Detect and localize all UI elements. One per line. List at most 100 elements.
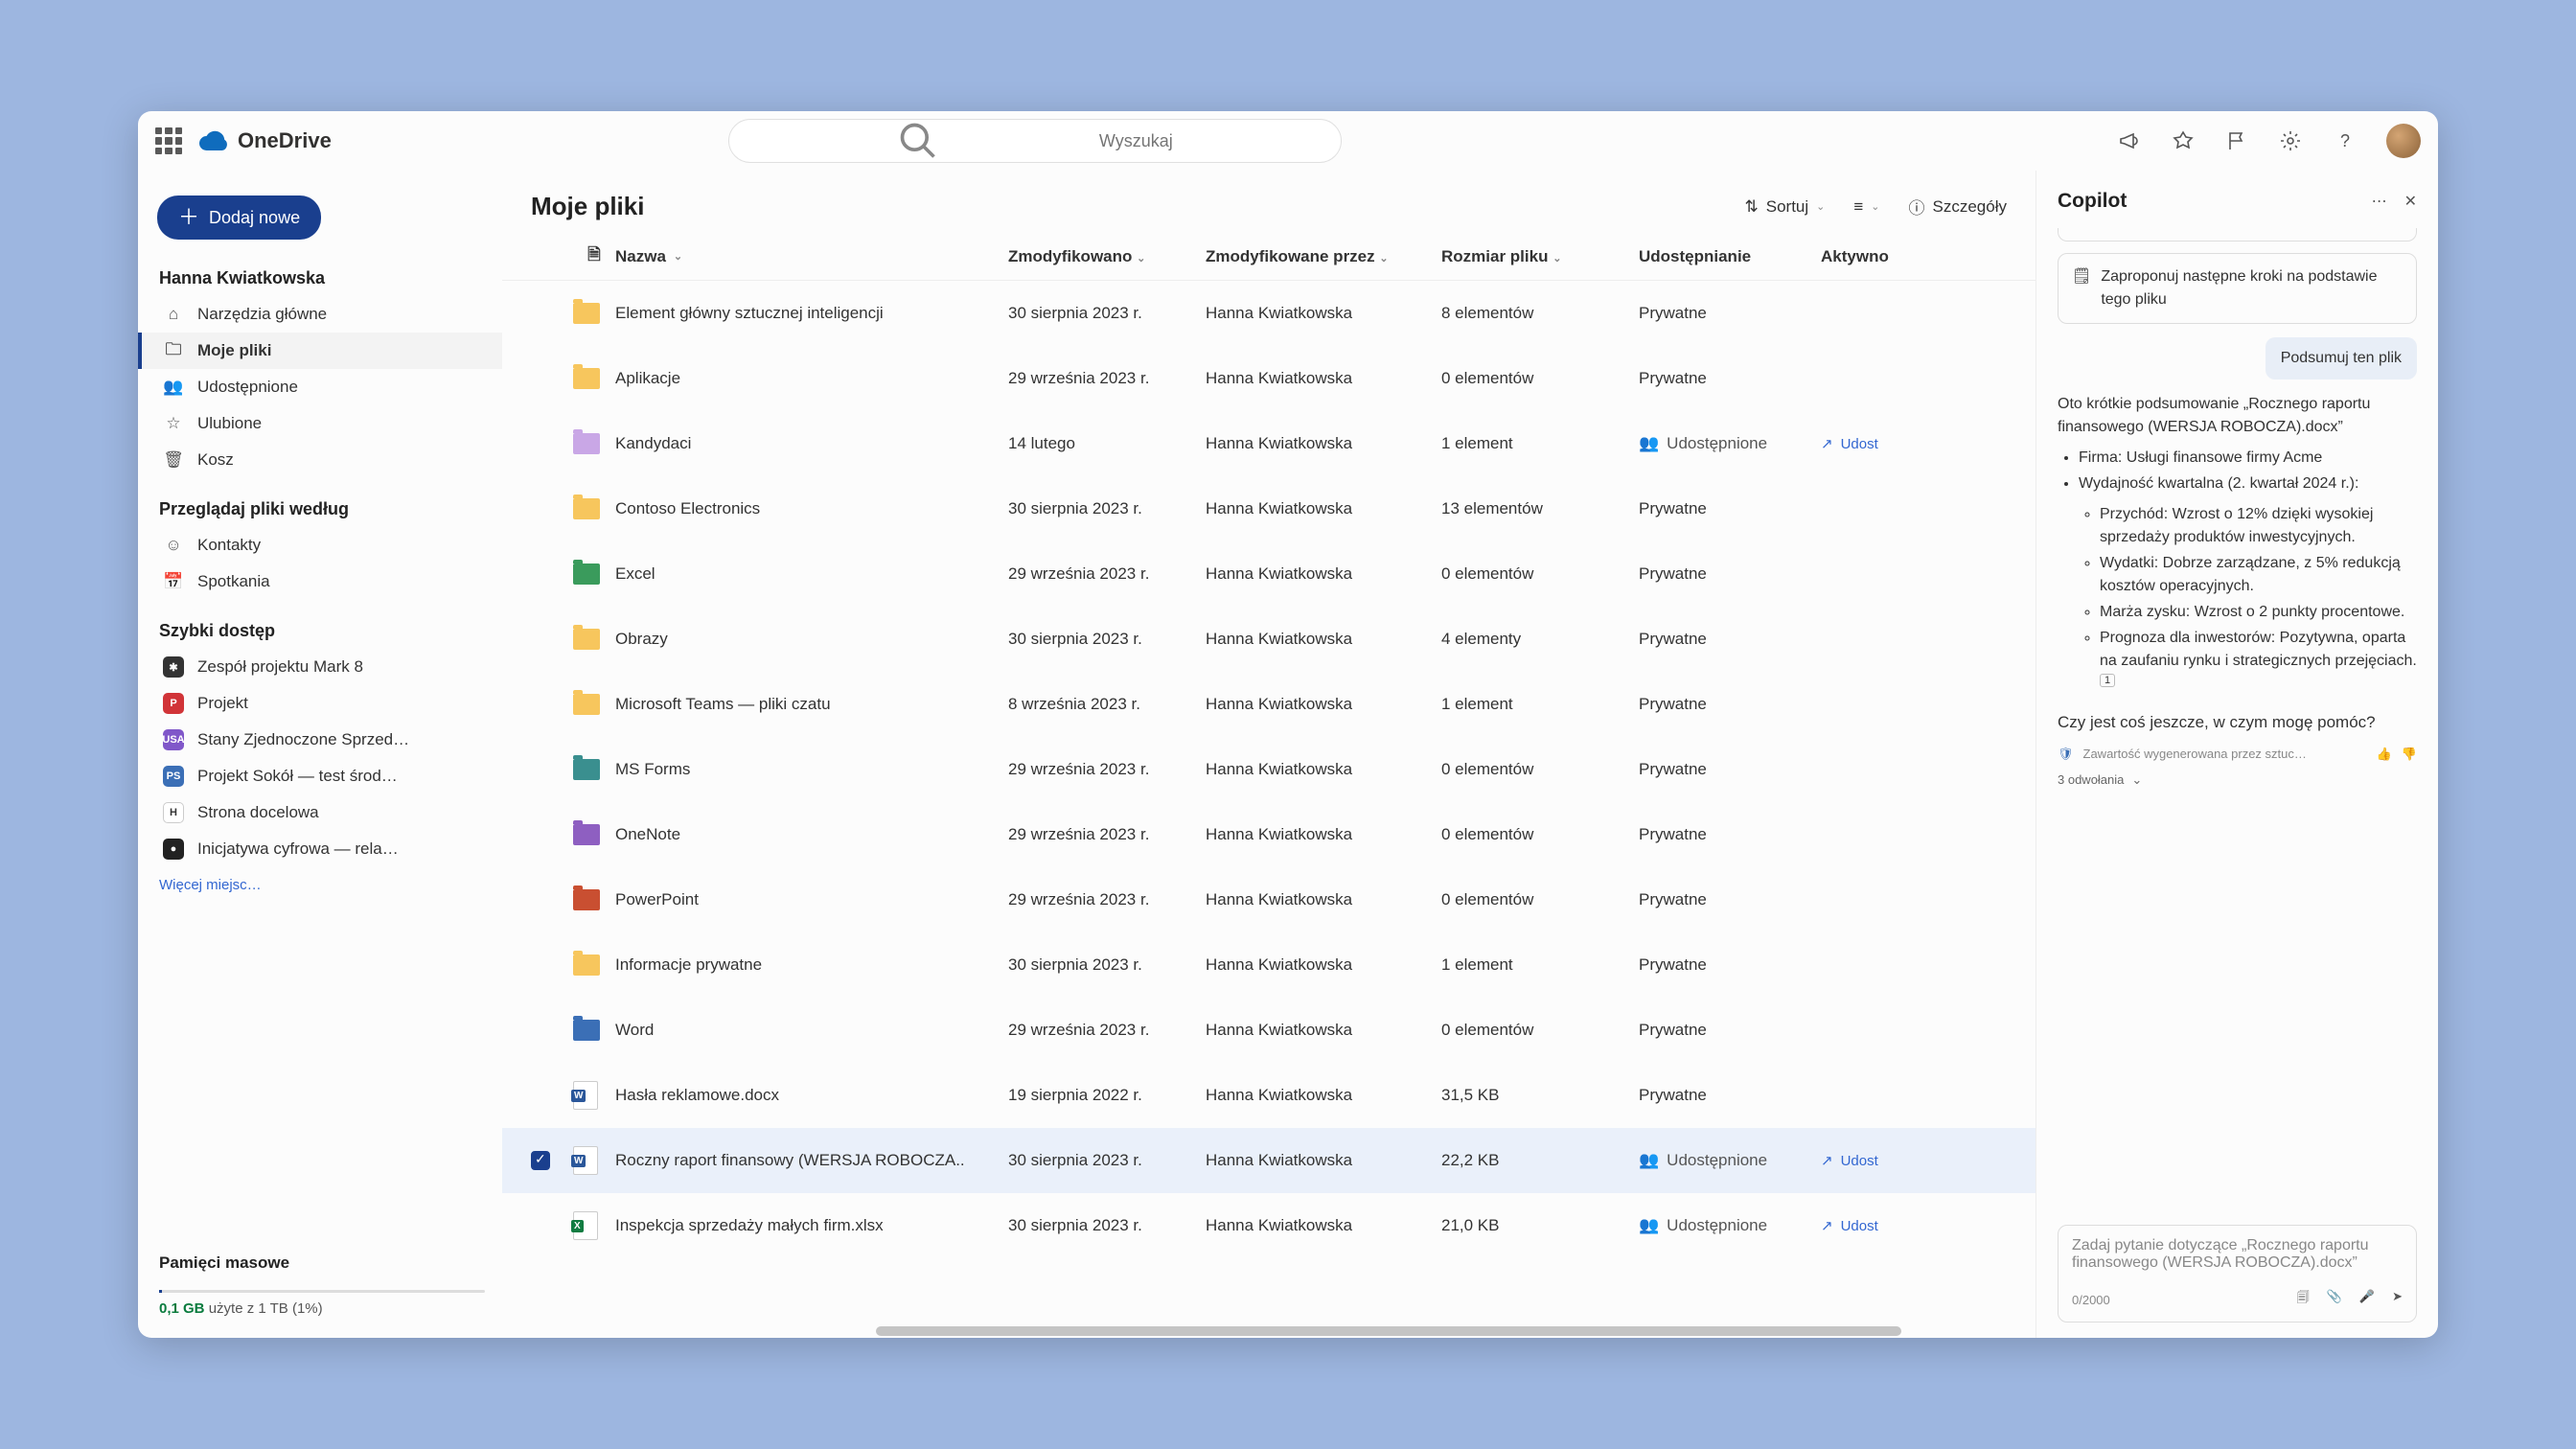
references-toggle[interactable]: 3 odwołania ⌄ — [2058, 770, 2417, 790]
column-headers: 🗎 Nazwa⌄ Zmodyfikowano ⌄ Zmodyfikowane p… — [502, 233, 2036, 281]
quick-access-item[interactable]: ●Inicjatywa cyfrowa — rela… — [138, 831, 502, 867]
file-row[interactable]: Aplikacje 29 września 2023 r. Hanna Kwia… — [502, 346, 2036, 411]
col-modified[interactable]: Zmodyfikowano ⌄ — [1008, 247, 1206, 266]
more-places-link[interactable]: Więcej miejsc… — [138, 867, 502, 903]
user-name-heading: Hanna Kwiatkowska — [138, 261, 502, 296]
file-row[interactable]: Microsoft Teams — pliki czatu 8 września… — [502, 672, 2036, 737]
clipboard-icon[interactable]: 🗐 — [2297, 1289, 2310, 1310]
file-row[interactable]: X Inspekcja sprzedaży małych firm.xlsx 3… — [502, 1193, 2036, 1258]
row-checkbox[interactable] — [531, 1151, 550, 1170]
info-icon: ⓘ — [1909, 195, 1925, 218]
file-row[interactable]: Excel 29 września 2023 r. Hanna Kwiatkow… — [502, 541, 2036, 607]
col-size[interactable]: Rozmiar pliku ⌄ — [1441, 247, 1639, 266]
nav-meetings[interactable]: 📅Spotkania — [138, 564, 502, 600]
nav-contacts[interactable]: ☺Kontakty — [138, 527, 502, 564]
share-action-icon: ↗ — [1821, 1152, 1833, 1169]
file-row[interactable]: W Hasła reklamowe.docx 19 sierpnia 2022 … — [502, 1063, 2036, 1128]
microphone-icon[interactable]: 🎤 — [2359, 1289, 2375, 1310]
file-name: MS Forms — [615, 760, 1008, 779]
quick-access-item[interactable]: PSProjekt Sokół — test środ… — [138, 758, 502, 794]
col-sharing[interactable]: Udostępnianie — [1639, 247, 1821, 266]
share-action-icon: ↗ — [1821, 1217, 1833, 1234]
help-icon[interactable]: ? — [2333, 129, 2356, 152]
activity-cell[interactable]: ↗Udost — [1821, 1152, 1936, 1169]
folder-icon — [573, 564, 600, 585]
file-modified: 30 sierpnia 2023 r. — [1008, 955, 1206, 975]
quick-access-item[interactable]: HStrona docelowa — [138, 794, 502, 831]
file-name: Informacje prywatne — [615, 955, 1008, 975]
file-type-header-icon[interactable]: 🗎 — [573, 242, 615, 270]
file-row[interactable]: OneNote 29 września 2023 r. Hanna Kwiatk… — [502, 802, 2036, 867]
suggestion-partial[interactable] — [2058, 228, 2417, 242]
people-icon: 👥 — [1639, 1216, 1659, 1235]
app-launcher-icon[interactable] — [155, 127, 182, 154]
details-button[interactable]: ⓘ Szczegóły — [1909, 195, 2007, 218]
more-icon[interactable]: ⋯ — [2372, 192, 2387, 211]
file-size: 0 elementów — [1441, 1021, 1639, 1040]
file-modified-by: Hanna Kwiatkowska — [1206, 1151, 1441, 1170]
sharing-status: 👥Udostępnione — [1639, 1151, 1821, 1170]
col-modified-by[interactable]: Zmodyfikowane przez ⌄ — [1206, 247, 1441, 266]
thumbs-down-icon[interactable]: 👎 — [2402, 745, 2417, 764]
folder-icon — [573, 433, 600, 454]
folder-icon — [573, 368, 600, 389]
file-row[interactable]: Word 29 września 2023 r. Hanna Kwiatkows… — [502, 998, 2036, 1063]
search-bar[interactable] — [728, 119, 1342, 163]
file-row[interactable]: Obrazy 30 sierpnia 2023 r. Hanna Kwiatko… — [502, 607, 2036, 672]
copilot-input-box[interactable]: Zadaj pytanie dotyczące „Rocznego raport… — [2058, 1225, 2417, 1322]
col-name[interactable]: Nazwa⌄ — [615, 247, 1008, 266]
file-size: 0 elementów — [1441, 760, 1639, 779]
gear-icon[interactable] — [2279, 129, 2302, 152]
quick-heading: Szybki dostęp — [138, 613, 502, 649]
quick-access-item[interactable]: PProjekt — [138, 685, 502, 722]
nav-favorites[interactable]: ☆Ulubione — [138, 405, 502, 442]
file-row[interactable]: Contoso Electronics 30 sierpnia 2023 r. … — [502, 476, 2036, 541]
quick-access-item[interactable]: USAStany Zjednoczone Sprzed… — [138, 722, 502, 758]
summary-subitem: Marża zysku: Wzrost o 2 punkty procentow… — [2100, 601, 2417, 624]
copilot-panel: Copilot ⋯ ✕ 🗒 Zaproponuj następne kroki … — [2036, 171, 2438, 1338]
send-icon[interactable]: ➤ — [2392, 1289, 2403, 1310]
sharing-status: Prywatne — [1639, 564, 1707, 583]
nav-home[interactable]: ⌂Narzędzia główne — [138, 296, 502, 333]
nav-shared[interactable]: 👥Udostępnione — [138, 369, 502, 405]
file-row[interactable]: Kandydaci 14 lutego Hanna Kwiatkowska 1 … — [502, 411, 2036, 476]
flag-icon[interactable] — [2225, 129, 2248, 152]
horizontal-scrollbar[interactable] — [876, 1326, 1901, 1336]
nav-my-files[interactable]: 🗀Moje pliki — [138, 333, 502, 369]
chevron-down-icon: ⌄ — [1816, 200, 1825, 213]
quick-access-item[interactable]: ✱Zespół projektu Mark 8 — [138, 649, 502, 685]
citation-badge[interactable]: 1 — [2100, 674, 2115, 687]
col-activity[interactable]: Aktywno — [1821, 247, 1936, 266]
close-icon[interactable]: ✕ — [2404, 192, 2417, 211]
activity-cell[interactable]: ↗Udost — [1821, 1217, 1936, 1234]
file-modified-by: Hanna Kwiatkowska — [1206, 695, 1441, 714]
search-icon — [748, 120, 1088, 162]
file-modified-by: Hanna Kwiatkowska — [1206, 1021, 1441, 1040]
file-row[interactable]: Element główny sztucznej inteligencji 30… — [502, 281, 2036, 346]
file-modified-by: Hanna Kwiatkowska — [1206, 304, 1441, 323]
user-message: Podsumuj ten plik — [2266, 337, 2417, 380]
person-icon: ☺ — [163, 535, 184, 556]
suggestion-card[interactable]: 🗒 Zaproponuj następne kroki na podstawie… — [2058, 253, 2417, 324]
new-button[interactable]: ＋ Dodaj nowe — [157, 196, 321, 240]
view-button[interactable]: ≡ ⌄ — [1853, 197, 1879, 217]
search-input[interactable] — [1099, 131, 1322, 151]
chevron-down-icon: ⌄ — [1137, 253, 1145, 264]
nav-recycle[interactable]: 🗑Kosz — [138, 442, 502, 478]
activity-cell[interactable]: ↗Udost — [1821, 435, 1936, 452]
user-avatar[interactable] — [2386, 124, 2421, 158]
attach-icon[interactable]: 📎 — [2327, 1289, 2342, 1310]
chevron-down-icon: ⌄ — [1871, 200, 1879, 213]
sort-button[interactable]: ⇅ Sortuj ⌄ — [1744, 197, 1825, 217]
file-row[interactable]: MS Forms 29 września 2023 r. Hanna Kwiat… — [502, 737, 2036, 802]
premium-icon[interactable] — [2172, 129, 2195, 152]
megaphone-icon[interactable] — [2118, 129, 2141, 152]
sharing-status: Prywatne — [1639, 955, 1707, 974]
word-file-icon: W — [573, 1146, 598, 1175]
file-row[interactable]: Informacje prywatne 30 sierpnia 2023 r. … — [502, 932, 2036, 998]
thumbs-up-icon[interactable]: 👍 — [2377, 745, 2392, 764]
copilot-followup: Czy jest coś jeszcze, w czym mogę pomóc? — [2058, 710, 2417, 735]
file-list: Element główny sztucznej inteligencji 30… — [502, 281, 2036, 1338]
file-row[interactable]: PowerPoint 29 września 2023 r. Hanna Kwi… — [502, 867, 2036, 932]
file-row[interactable]: W Roczny raport finansowy (WERSJA ROBOCZ… — [502, 1128, 2036, 1193]
